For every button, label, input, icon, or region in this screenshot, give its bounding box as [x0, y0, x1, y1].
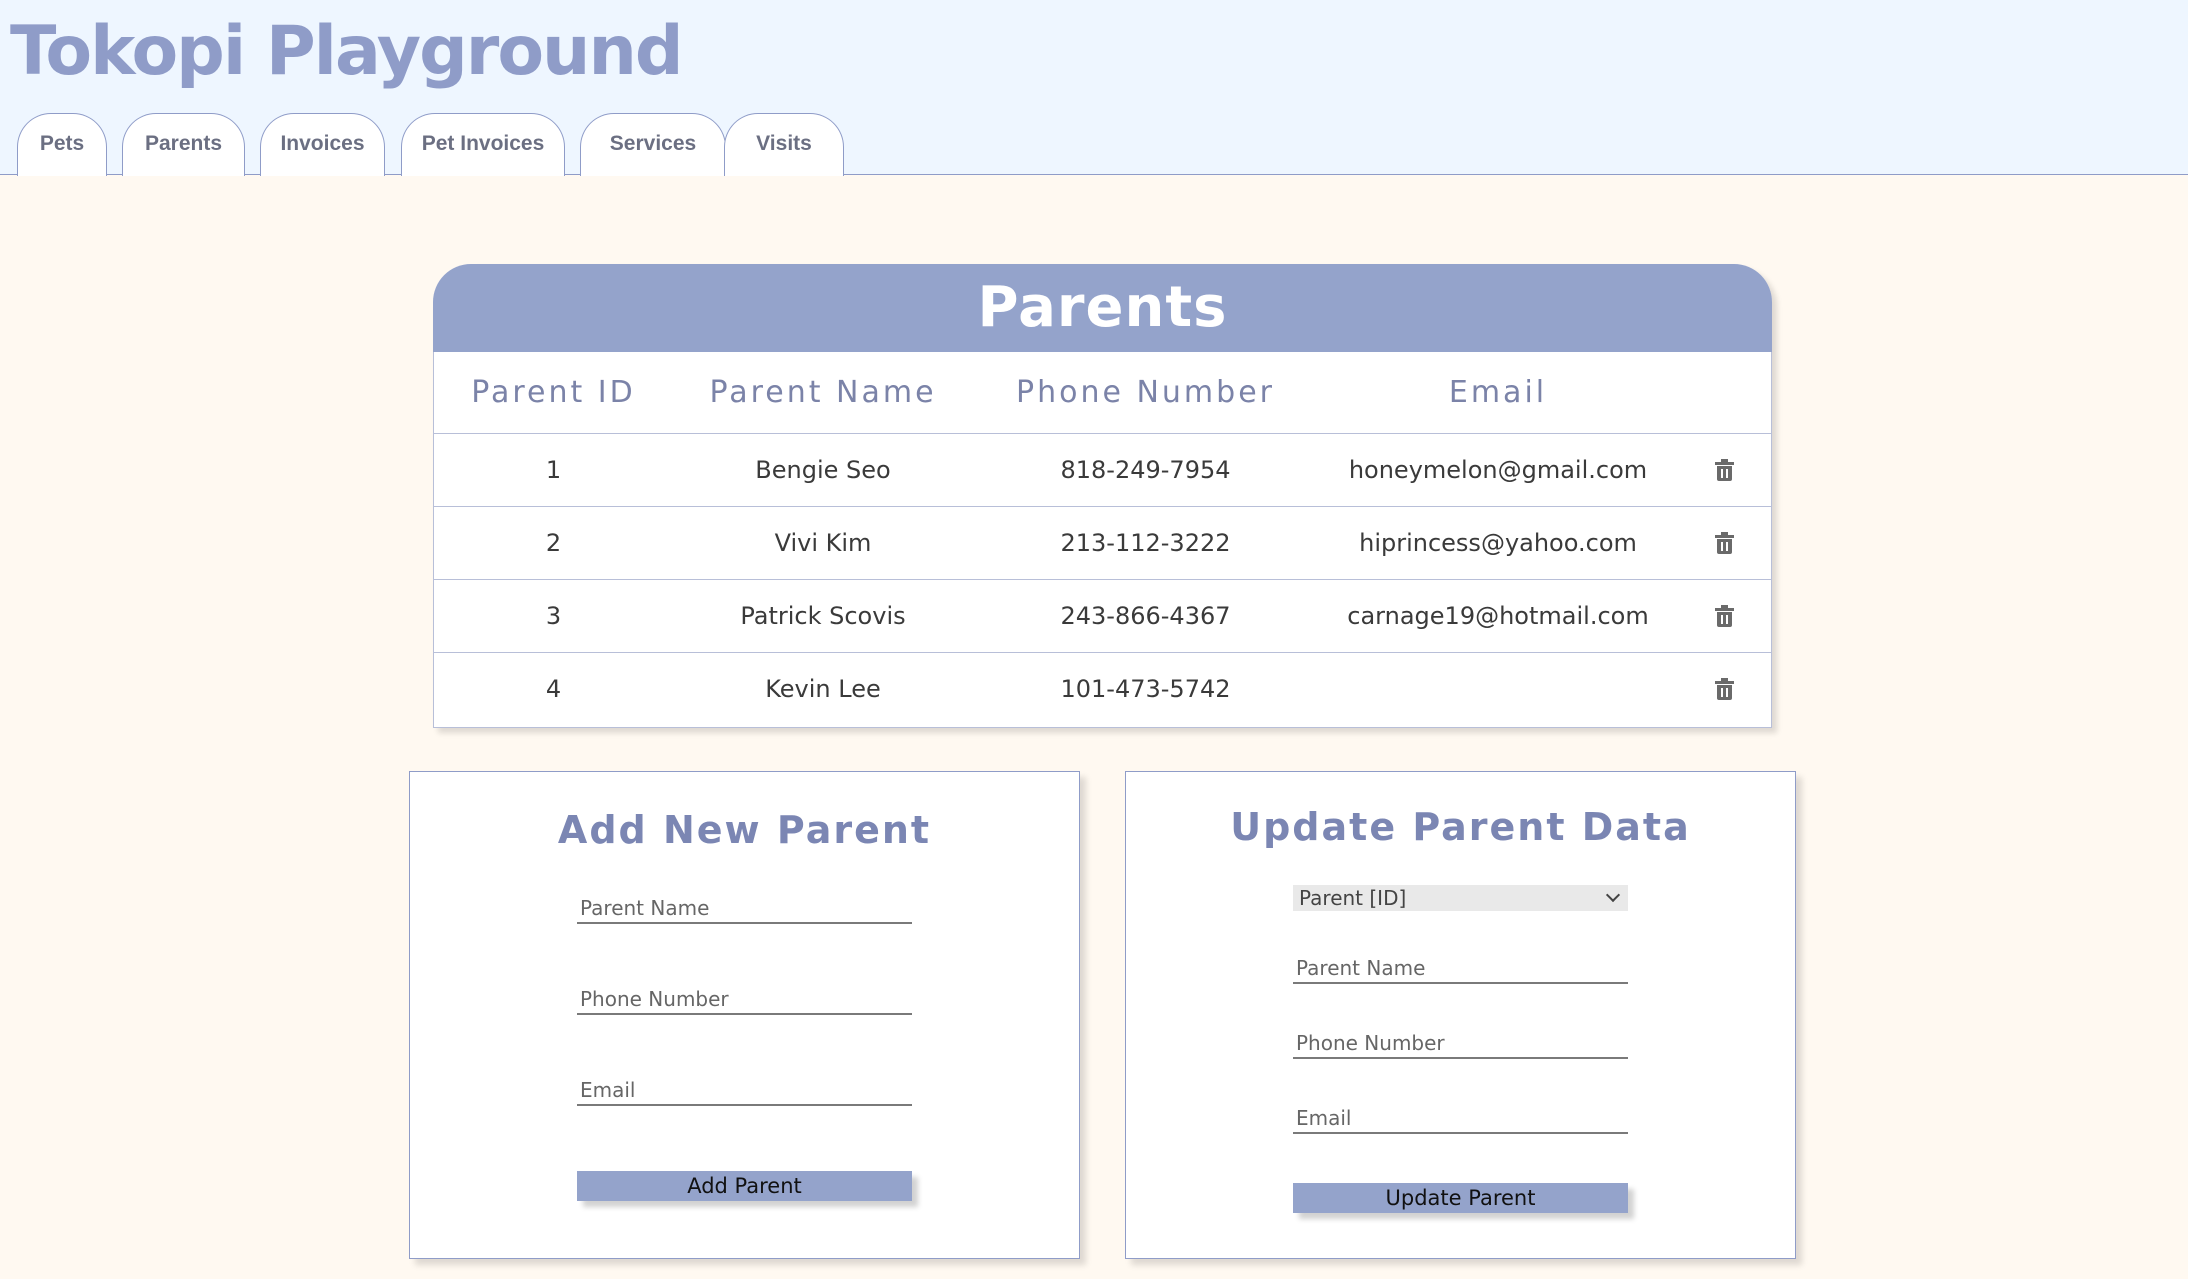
email-cell: carnage19@hotmail.com: [1347, 602, 1649, 630]
tab-visits[interactable]: Visits: [724, 113, 844, 176]
update-phone-number-input[interactable]: [1293, 1029, 1628, 1059]
phone-number-cell: 213-112-3222: [1060, 529, 1231, 557]
trash-icon[interactable]: [1715, 678, 1734, 700]
app-header: Tokopi Playground Pets Parents Invoices …: [0, 0, 2188, 176]
phone-number-input[interactable]: [577, 985, 912, 1015]
column-header-parent-name: Parent Name: [709, 375, 937, 410]
email-cell: hiprincess@yahoo.com: [1359, 529, 1637, 557]
tab-services[interactable]: Services: [580, 113, 726, 176]
trash-icon[interactable]: [1715, 532, 1734, 554]
parent-id-select[interactable]: Parent [ID]: [1293, 885, 1628, 911]
table-header-row: Parent ID Parent Name Phone Number Email: [434, 352, 1771, 433]
parents-table-card: Parents Parent ID Parent Name Phone Numb…: [433, 264, 1772, 728]
email-cell: honeymelon@gmail.com: [1348, 456, 1648, 484]
tab-pets[interactable]: Pets: [17, 113, 107, 176]
tab-invoices[interactable]: Invoices: [260, 113, 385, 176]
parent-id-cell: 3: [545, 602, 562, 630]
update-parent-name-input[interactable]: [1293, 954, 1628, 984]
parent-name-cell: Vivi Kim: [774, 529, 872, 557]
parent-name-cell: Bengie Seo: [755, 456, 891, 484]
phone-number-cell: 101-473-5742: [1060, 675, 1231, 703]
parent-id-select-value: Parent [ID]: [1299, 886, 1407, 910]
table-row: 1 Bengie Seo 818-249-7954 honeymelon@gma…: [434, 433, 1771, 506]
parents-table: Parent ID Parent Name Phone Number Email…: [433, 352, 1772, 728]
parent-id-cell: 1: [545, 456, 562, 484]
add-parent-button[interactable]: Add Parent: [577, 1171, 912, 1201]
email-cell: [1318, 653, 1678, 725]
app-title: Tokopi Playground: [10, 12, 684, 91]
tab-parents[interactable]: Parents: [122, 113, 245, 176]
column-header-phone-number: Phone Number: [1016, 375, 1275, 410]
chevron-down-icon: [1605, 887, 1621, 903]
phone-number-cell: 243-866-4367: [1060, 602, 1231, 630]
phone-number-cell: 818-249-7954: [1060, 456, 1231, 484]
add-parent-form: Add New Parent Add Parent: [409, 771, 1080, 1259]
parent-id-cell: 4: [545, 675, 562, 703]
update-form-title: Update Parent Data: [1230, 805, 1691, 849]
column-header-parent-id: Parent ID: [471, 375, 636, 410]
parent-name-cell: Patrick Scovis: [740, 602, 906, 630]
delete-button[interactable]: [1678, 580, 1771, 652]
update-email-input[interactable]: [1293, 1104, 1628, 1134]
table-row: 3 Patrick Scovis 243-866-4367 carnage19@…: [434, 579, 1771, 652]
parent-name-input[interactable]: [577, 894, 912, 924]
delete-button[interactable]: [1678, 653, 1771, 725]
column-header-email: Email: [1448, 375, 1548, 410]
table-title: Parents: [433, 264, 1772, 352]
update-parent-button[interactable]: Update Parent: [1293, 1183, 1628, 1213]
delete-button[interactable]: [1678, 434, 1771, 506]
table-row: 2 Vivi Kim 213-112-3222 hiprincess@yahoo…: [434, 506, 1771, 579]
update-parent-form: Update Parent Data Parent [ID] Update Pa…: [1125, 771, 1796, 1259]
table-row: 4 Kevin Lee 101-473-5742: [434, 652, 1771, 725]
parent-id-cell: 2: [545, 529, 562, 557]
delete-button[interactable]: [1678, 507, 1771, 579]
trash-icon[interactable]: [1715, 605, 1734, 627]
parent-name-cell: Kevin Lee: [765, 675, 881, 703]
add-form-title: Add New Parent: [557, 808, 932, 852]
tab-pet-invoices[interactable]: Pet Invoices: [401, 113, 565, 176]
trash-icon[interactable]: [1715, 459, 1734, 481]
email-input[interactable]: [577, 1076, 912, 1106]
